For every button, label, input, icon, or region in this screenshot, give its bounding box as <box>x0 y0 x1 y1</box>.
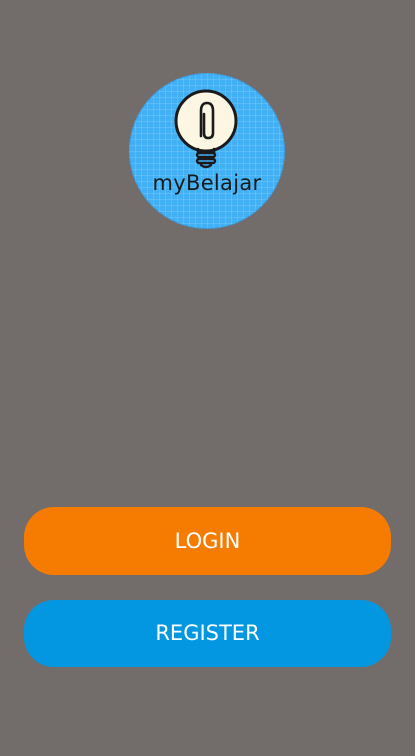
logo-text: myBelajar <box>152 171 262 195</box>
register-button[interactable]: REGISTER <box>24 600 391 667</box>
login-button[interactable]: LOGIN <box>24 507 391 575</box>
app-logo: myBelajar <box>129 73 285 229</box>
lightbulb-paperclip-icon <box>174 89 238 169</box>
login-screen: myBelajar LOGIN REGISTER <box>0 0 415 756</box>
